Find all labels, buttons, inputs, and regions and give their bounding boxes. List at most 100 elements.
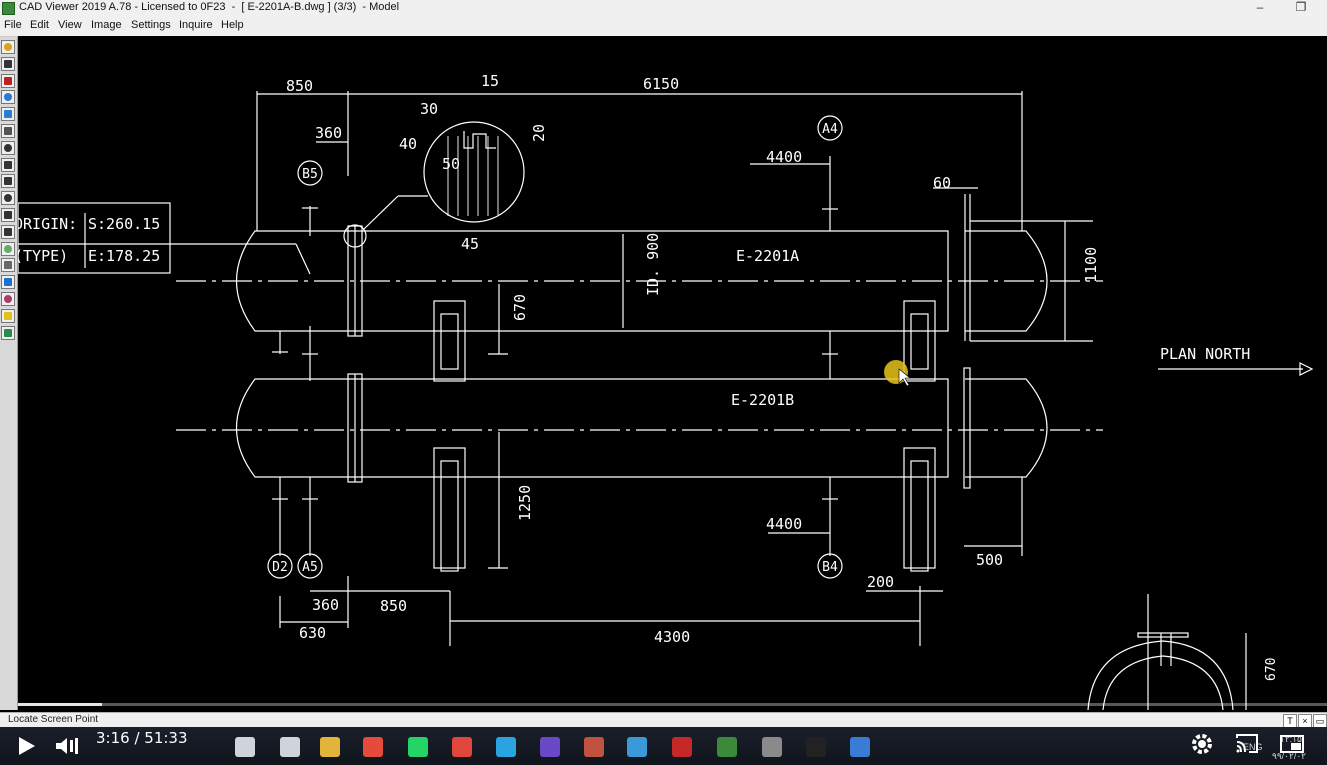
save-icon-glyph <box>4 59 12 68</box>
print-icon-glyph <box>4 127 12 135</box>
chrome-icon[interactable] <box>363 737 383 757</box>
origin-label: ORIGIN: <box>18 215 77 233</box>
dim-4300: 4300 <box>654 628 690 646</box>
terminal-icon[interactable] <box>806 737 826 757</box>
vessel-label-a: E-2201A <box>736 247 799 265</box>
media-player-icon[interactable] <box>540 737 560 757</box>
dim-1100: 1100 <box>1082 247 1100 283</box>
menu-help[interactable]: Help <box>221 19 244 31</box>
whatsapp-icon[interactable] <box>408 737 428 757</box>
window-titlebar: CAD Viewer 2019 A.78 - Licensed to 0F23 … <box>0 0 1327 17</box>
cad-drawing: 850 15 6150 30 360 40 20 50 45 4400 60 6… <box>18 72 1314 710</box>
help-icon[interactable] <box>1 308 15 323</box>
dim-id-900: ID. 900 <box>644 233 662 296</box>
menu-settings[interactable]: Settings <box>131 19 171 31</box>
video-progress-fill <box>18 703 102 706</box>
redraw-icon-glyph <box>4 244 12 253</box>
dim-850-top: 850 <box>286 77 313 95</box>
settings-grid-icon-glyph <box>4 328 12 337</box>
nozzle-d2: D2 <box>272 560 288 575</box>
cad-viewer-icon[interactable] <box>717 737 737 757</box>
menu-view[interactable]: View <box>58 19 82 31</box>
time-display: 3:16 / 51:33 <box>96 729 188 747</box>
dim-360-bottom: 360 <box>312 596 339 614</box>
plan-north-label: PLAN NORTH <box>1160 345 1250 363</box>
edge-icon[interactable] <box>627 737 647 757</box>
status-close-button[interactable]: × <box>1298 714 1312 728</box>
photos-icon[interactable] <box>584 737 604 757</box>
status-text-toggle-button[interactable]: T <box>1283 714 1297 728</box>
menu-file[interactable]: File <box>4 19 22 31</box>
anydesk-icon[interactable] <box>452 737 472 757</box>
hand-pan-icon-glyph <box>4 143 12 152</box>
miniplayer-icon[interactable] <box>1278 730 1306 758</box>
dim-60: 60 <box>933 174 951 192</box>
info-icon[interactable] <box>1 275 15 290</box>
app-logo-icon <box>2 2 15 15</box>
dim-850-bottom: 850 <box>380 597 407 615</box>
vpn-icon[interactable] <box>672 737 692 757</box>
status-bar: Locate Screen Point T × ▭ <box>0 712 1327 728</box>
time-total: 51:33 <box>144 729 188 747</box>
zoom-out-icon-glyph <box>4 194 12 203</box>
cast-icon[interactable] <box>1233 730 1261 758</box>
dim-4400-top: 4400 <box>766 148 802 166</box>
file-explorer-icon[interactable] <box>320 737 340 757</box>
hand-pan-icon[interactable] <box>1 140 15 155</box>
origin-value: S:260.15 <box>88 215 160 233</box>
zoom-previous-icon[interactable] <box>1 224 15 239</box>
measure-icon[interactable] <box>1 258 15 273</box>
layers-icon[interactable] <box>1 292 15 306</box>
video-progress-bar[interactable] <box>18 703 1327 706</box>
autocad-icon[interactable] <box>850 737 870 757</box>
redraw-icon[interactable] <box>1 241 15 256</box>
time-separator: / <box>129 729 145 747</box>
dim-360-top: 360 <box>315 124 342 142</box>
zoom-in-icon-glyph <box>4 177 12 186</box>
print-icon[interactable] <box>1 124 15 138</box>
vessel-label-b: E-2201B <box>731 391 794 409</box>
pdf-icon[interactable] <box>1 73 15 88</box>
type-label: (TYPE) <box>18 247 68 265</box>
dim-45: 45 <box>461 235 479 253</box>
zoom-out-icon[interactable] <box>1 191 15 206</box>
menu-edit[interactable]: Edit <box>30 19 49 31</box>
menu-image[interactable]: Image <box>91 19 122 31</box>
restore-button[interactable]: ❐ <box>1281 0 1321 17</box>
dim-15: 15 <box>481 72 499 90</box>
status-window-button[interactable]: ▭ <box>1313 714 1327 728</box>
status-text: Locate Screen Point <box>8 714 99 725</box>
open-file-icon-glyph <box>4 43 12 51</box>
dim-500: 500 <box>976 551 1003 569</box>
play-icon[interactable] <box>14 735 38 757</box>
settings-gear-icon[interactable] <box>1188 730 1216 758</box>
back-icon[interactable] <box>1 107 15 122</box>
minimize-button[interactable]: – <box>1240 0 1280 17</box>
nozzle-a5: A5 <box>302 560 318 575</box>
dim-200: 200 <box>867 573 894 591</box>
dim-1250: 1250 <box>516 485 534 521</box>
zoom-icon[interactable] <box>1 157 15 172</box>
dim-670-small: 670 <box>1264 658 1279 681</box>
nozzle-b5: B5 <box>302 167 318 182</box>
forward-icon[interactable] <box>1 90 15 105</box>
zoom-window-icon[interactable] <box>1 208 15 222</box>
dim-630: 630 <box>299 624 326 642</box>
menu-inquire[interactable]: Inquire <box>179 19 213 31</box>
video-player-bar: 3:16 / 51:33 <box>0 727 1327 765</box>
measure-icon-glyph <box>4 261 12 270</box>
nozzle-a4: A4 <box>822 122 838 137</box>
layers-icon-glyph <box>4 295 12 303</box>
save-icon[interactable] <box>1 56 15 71</box>
settings-grid-icon[interactable] <box>1 325 15 340</box>
telegram-icon[interactable] <box>496 737 516 757</box>
zoom-in-icon[interactable] <box>1 174 15 189</box>
calculator-icon[interactable] <box>762 737 782 757</box>
task-view-icon[interactable] <box>280 737 300 757</box>
volume-icon[interactable] <box>54 735 84 757</box>
search-icon[interactable] <box>235 737 255 757</box>
pdf-icon-glyph <box>4 76 12 85</box>
drawing-canvas[interactable]: 850 15 6150 30 360 40 20 50 45 4400 60 6… <box>18 36 1327 710</box>
open-file-icon[interactable] <box>1 40 15 54</box>
forward-icon-glyph <box>4 93 12 102</box>
